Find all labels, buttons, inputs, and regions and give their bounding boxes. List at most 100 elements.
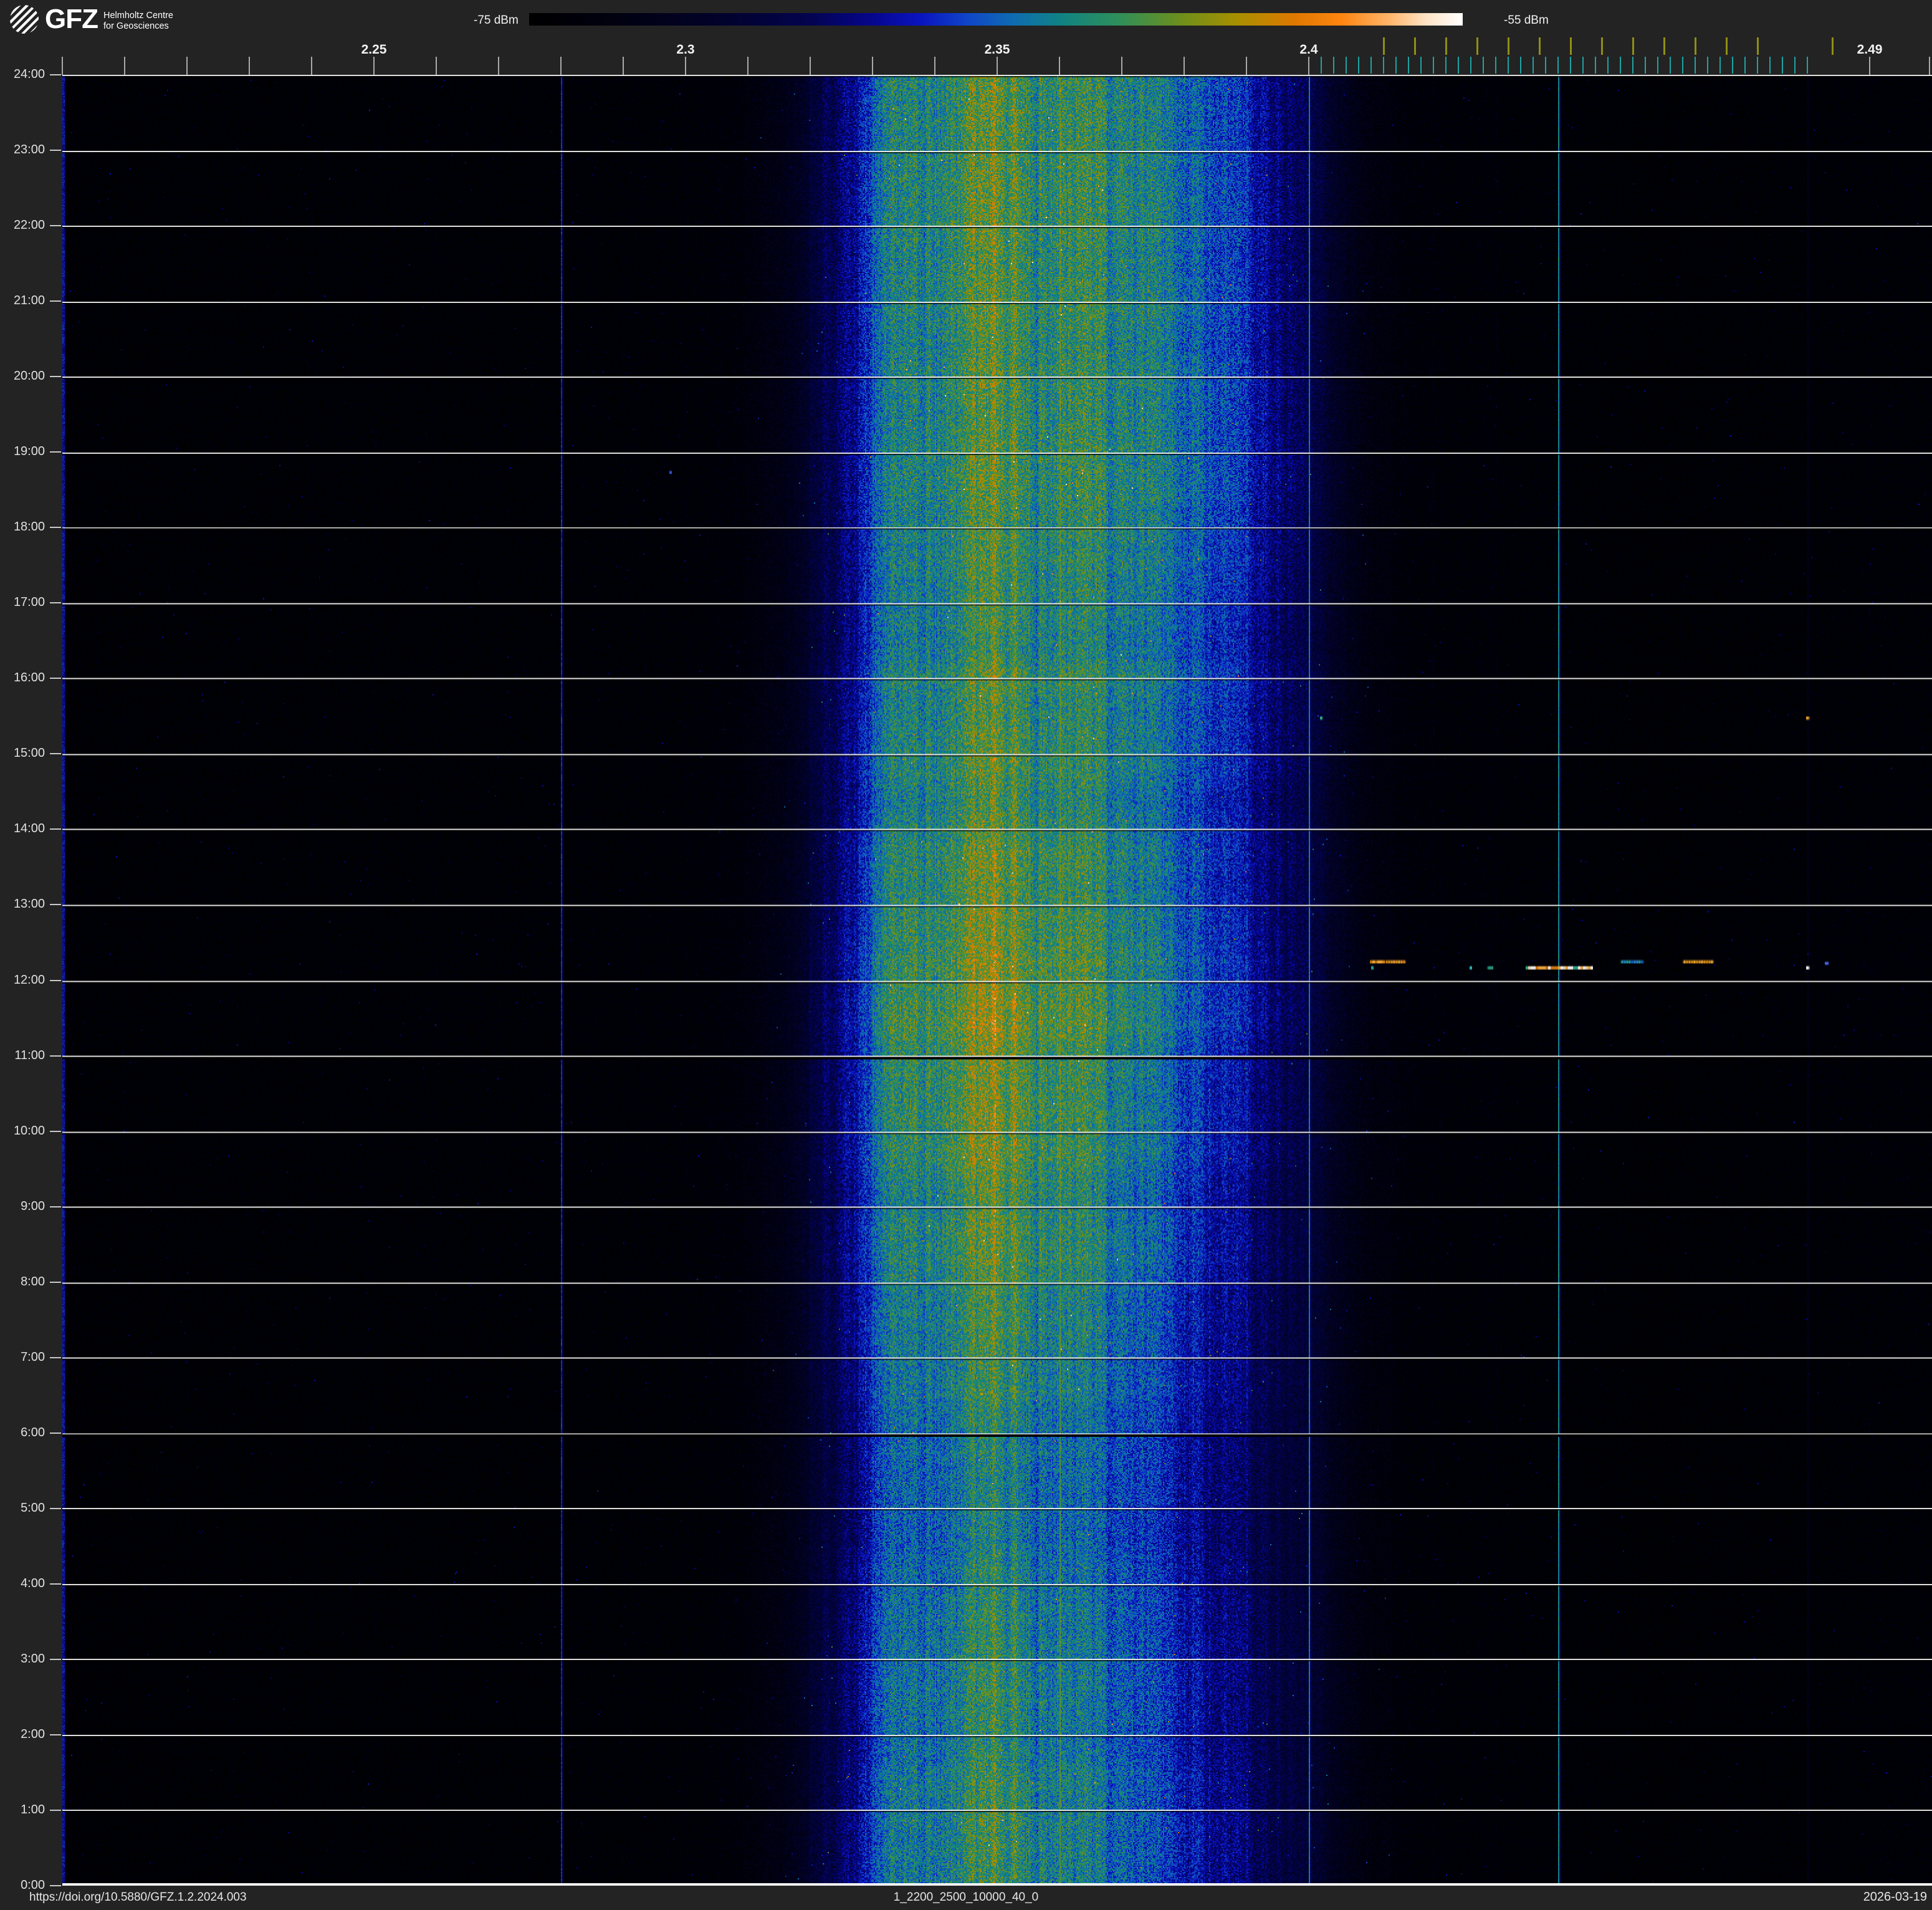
- ble-channel-tick: [1744, 57, 1746, 74]
- ble-channel-tick: [1682, 57, 1683, 74]
- wifi-channel-tick: [1832, 37, 1834, 55]
- freq-minor-tick: [1059, 57, 1060, 75]
- freq-tick-label: 2.49: [1857, 42, 1883, 57]
- time-tick-label: 1:00: [0, 1803, 45, 1817]
- time-tick: [50, 602, 61, 603]
- ble-channel-tick: [1657, 57, 1658, 74]
- time-tick-label: 21:00: [0, 294, 45, 308]
- ble-channel-tick: [1520, 57, 1521, 74]
- ble-channel-tick: [1458, 57, 1459, 74]
- time-tick: [50, 1508, 61, 1509]
- time-tick: [50, 376, 61, 377]
- time-tick: [50, 980, 61, 981]
- time-tick: [50, 678, 61, 679]
- ble-channel-tick: [1470, 57, 1471, 74]
- ble-channel-tick: [1495, 57, 1496, 74]
- gfz-logo-brand: GFZ: [45, 4, 98, 35]
- colorbar-min-label: -75 dBm: [474, 14, 519, 27]
- freq-minor-tick: [62, 57, 63, 75]
- ble-channel-tick: [1595, 57, 1596, 74]
- time-tick-label: 16:00: [0, 671, 45, 685]
- ble-channel-tick: [1570, 57, 1571, 74]
- ble-channel-tick: [1607, 57, 1609, 74]
- time-tick-label: 11:00: [0, 1049, 45, 1063]
- time-tick: [50, 1885, 61, 1886]
- footer-date: 2026-03-19: [1863, 1890, 1927, 1904]
- wifi-channel-tick: [1695, 37, 1696, 55]
- spectrogram-page: GFZ Helmholtz Centre for Geosciences -75…: [0, 0, 1932, 1910]
- wifi-channel-tick: [1539, 37, 1541, 55]
- gfz-logo-subtitle: Helmholtz Centre for Geosciences: [103, 11, 173, 32]
- time-tick: [50, 1734, 61, 1735]
- time-tick: [50, 1659, 61, 1660]
- time-tick: [50, 828, 61, 830]
- freq-minor-tick: [311, 57, 312, 75]
- time-tick-label: 2:00: [0, 1727, 45, 1742]
- freq-minor-tick: [872, 57, 873, 75]
- freq-minor-tick: [560, 57, 562, 75]
- wifi-channel-tick: [1445, 37, 1447, 55]
- ble-channel-tick: [1670, 57, 1671, 74]
- ble-channel-tick: [1370, 57, 1372, 74]
- time-tick: [50, 1432, 61, 1434]
- wifi-channel-tick: [1508, 37, 1509, 55]
- colorbar: [529, 13, 1463, 26]
- freq-minor-tick: [1246, 57, 1247, 75]
- freq-minor-tick: [1184, 57, 1185, 75]
- time-tick-label: 9:00: [0, 1199, 45, 1214]
- time-tick-label: 6:00: [0, 1426, 45, 1440]
- time-tick-label: 17:00: [0, 595, 45, 610]
- freq-tick-label: 2.35: [985, 42, 1010, 57]
- ble-channel-tick: [1707, 57, 1708, 74]
- time-tick: [50, 1206, 61, 1207]
- freq-tick-label: 2.3: [676, 42, 694, 57]
- freq-minor-tick: [747, 57, 748, 75]
- freq-minor-tick: [685, 57, 686, 75]
- ble-channel-tick: [1557, 57, 1559, 74]
- freq-minor-tick: [623, 57, 624, 75]
- colorbar-max-label: -55 dBm: [1504, 14, 1549, 27]
- ble-channel-tick: [1757, 57, 1758, 74]
- freq-minor-tick: [810, 57, 811, 75]
- freq-minor-tick: [498, 57, 499, 75]
- time-tick-label: 20:00: [0, 369, 45, 383]
- time-tick-label: 10:00: [0, 1124, 45, 1138]
- wifi-channel-tick: [1414, 37, 1416, 55]
- wifi-channel-tick: [1570, 37, 1572, 55]
- time-tick-label: 15:00: [0, 746, 45, 761]
- wifi-channel-tick: [1632, 37, 1634, 55]
- ble-channel-tick: [1321, 57, 1322, 74]
- freq-tick-label: 2.4: [1299, 42, 1317, 57]
- time-tick: [50, 1357, 61, 1358]
- freq-minor-tick: [436, 57, 437, 75]
- spectrogram-canvas: [62, 75, 1932, 1886]
- ble-channel-tick: [1769, 57, 1771, 74]
- ble-channel-tick: [1408, 57, 1409, 74]
- freq-minor-tick: [934, 57, 935, 75]
- time-tick-label: 24:00: [0, 67, 45, 82]
- time-tick: [50, 1282, 61, 1283]
- ble-channel-tick: [1483, 57, 1484, 74]
- ble-channel-tick: [1620, 57, 1621, 74]
- ble-channel-tick: [1333, 57, 1334, 74]
- freq-minor-tick: [186, 57, 188, 75]
- time-tick-label: 12:00: [0, 973, 45, 987]
- wifi-channel-tick: [1383, 37, 1385, 55]
- time-tick-label: 13:00: [0, 897, 45, 911]
- time-tick: [50, 904, 61, 905]
- time-tick: [50, 527, 61, 528]
- time-tick-label: 3:00: [0, 1652, 45, 1666]
- ble-channel-tick: [1445, 57, 1447, 74]
- freq-minor-tick: [1869, 57, 1870, 75]
- time-tick: [50, 1583, 61, 1585]
- freq-minor-tick: [124, 57, 125, 75]
- time-tick-label: 8:00: [0, 1275, 45, 1289]
- ble-channel-tick: [1533, 57, 1534, 74]
- time-tick: [50, 150, 61, 151]
- ble-channel-tick: [1545, 57, 1546, 74]
- ble-channel-tick: [1732, 57, 1733, 74]
- time-tick: [50, 300, 61, 302]
- time-tick-label: 19:00: [0, 444, 45, 459]
- wifi-channel-tick: [1601, 37, 1603, 55]
- freq-minor-tick: [997, 57, 998, 75]
